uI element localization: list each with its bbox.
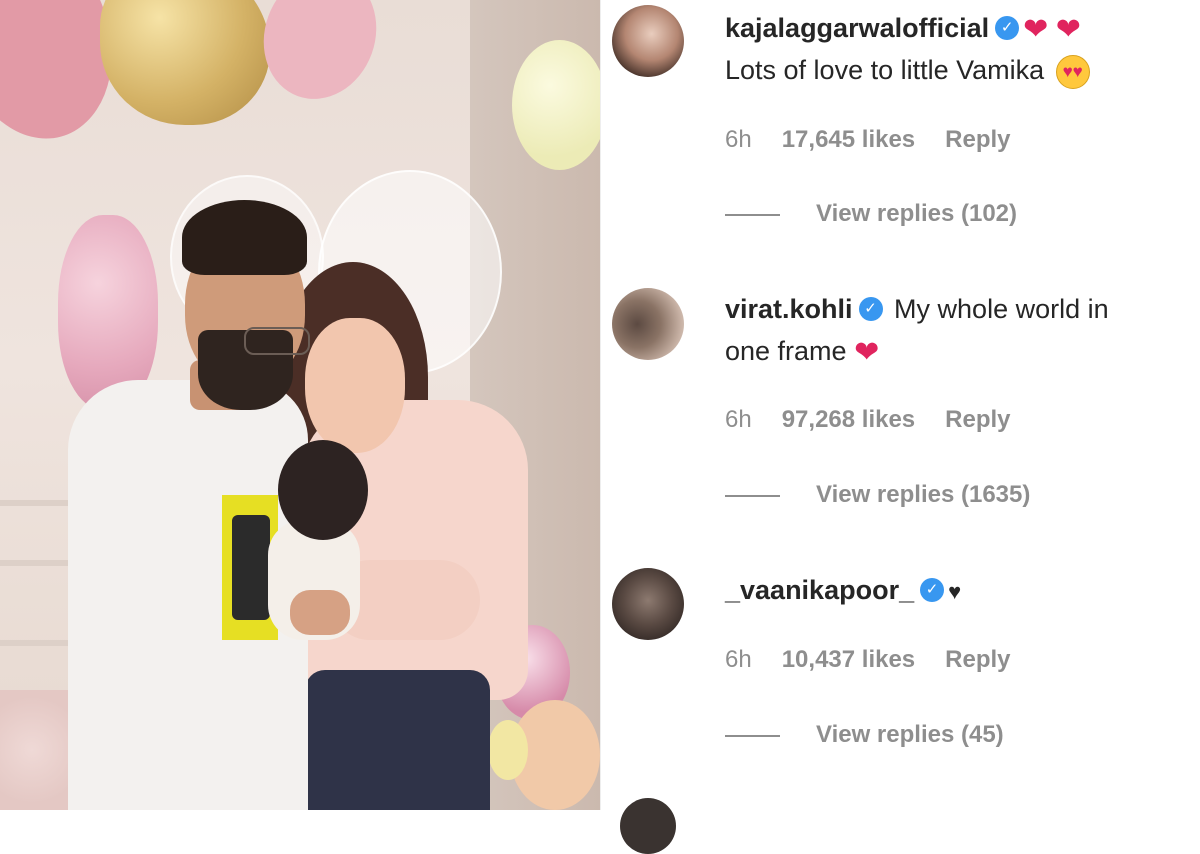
woman-pants [305,670,490,810]
heart-eyes-emoji: ♥♥ [1055,54,1090,89]
pink-balloon [246,0,394,115]
comment-meta: 6h 17,645 likes Reply [725,126,1041,154]
red-heart-emoji: ❤ [854,335,880,369]
baby-head [278,440,368,540]
yellow-balloon [512,40,600,170]
view-replies[interactable]: View replies (102) [725,200,1017,228]
comment-text: one frame [725,336,855,366]
replies-dash [725,494,780,497]
comment-meta: 6h 97,268 likes Reply [725,406,1041,434]
reply-button[interactable]: Reply [945,646,1010,673]
comment-text-line: one frame ❤ [725,331,879,373]
view-replies[interactable]: View replies (45) [725,721,1004,749]
username[interactable]: virat.kohli [725,294,853,324]
replies-dash [725,213,780,216]
comment-header: _vaanikapoor_ ✓ ♥ [725,570,961,612]
view-replies-link[interactable]: View replies (1635) [816,481,1030,508]
comment-header: kajalaggarwalofficial ✓ ❤ ❤ [725,8,1081,50]
verified-badge-icon: ✓ [858,296,883,321]
reply-button[interactable]: Reply [945,126,1010,153]
red-heart-emoji: ❤ [1055,12,1081,46]
avatar[interactable] [612,5,684,77]
avatar[interactable] [620,798,676,854]
hand [290,590,350,635]
black-heart-emoji: ♥ [948,578,962,604]
comment-time: 6h [725,646,752,673]
shirt-print-graphic [232,515,270,620]
red-heart-emoji: ❤ [1023,12,1049,46]
comment-time: 6h [725,406,752,433]
gold-number-balloon [100,0,270,125]
likes-count[interactable]: 97,268 likes [782,406,915,433]
yellow-balloon [488,720,528,780]
comment-meta: 6h 10,437 likes Reply [725,646,1041,674]
woman-face [305,318,405,453]
username[interactable]: _vaanikapoor_ [725,575,914,605]
man-hair [182,200,307,275]
avatar[interactable] [612,568,684,640]
view-replies[interactable]: View replies (1635) [725,481,1030,509]
comment-text: My whole world in [886,294,1109,324]
avatar[interactable] [612,288,684,360]
comment-text-line: Lots of love to little Vamika ♥♥ [725,50,1090,90]
comment-text: Lots of love to little Vamika [725,55,1052,85]
reply-button[interactable]: Reply [945,406,1010,433]
likes-count[interactable]: 10,437 likes [782,646,915,673]
view-replies-link[interactable]: View replies (45) [816,721,1004,748]
glasses [244,327,310,355]
username[interactable]: kajalaggarwalofficial [725,13,989,43]
comment-time: 6h [725,126,752,153]
comment-header: virat.kohli ✓ My whole world in [725,289,1109,329]
replies-dash [725,734,780,737]
verified-badge-icon: ✓ [920,577,945,602]
likes-count[interactable]: 17,645 likes [782,126,915,153]
verified-badge-icon: ✓ [995,15,1020,40]
comments-section: kajalaggarwalofficial ✓ ❤ ❤ Lots of love t… [600,0,1200,854]
post-photo[interactable] [0,0,600,810]
view-replies-link[interactable]: View replies (102) [816,200,1017,227]
